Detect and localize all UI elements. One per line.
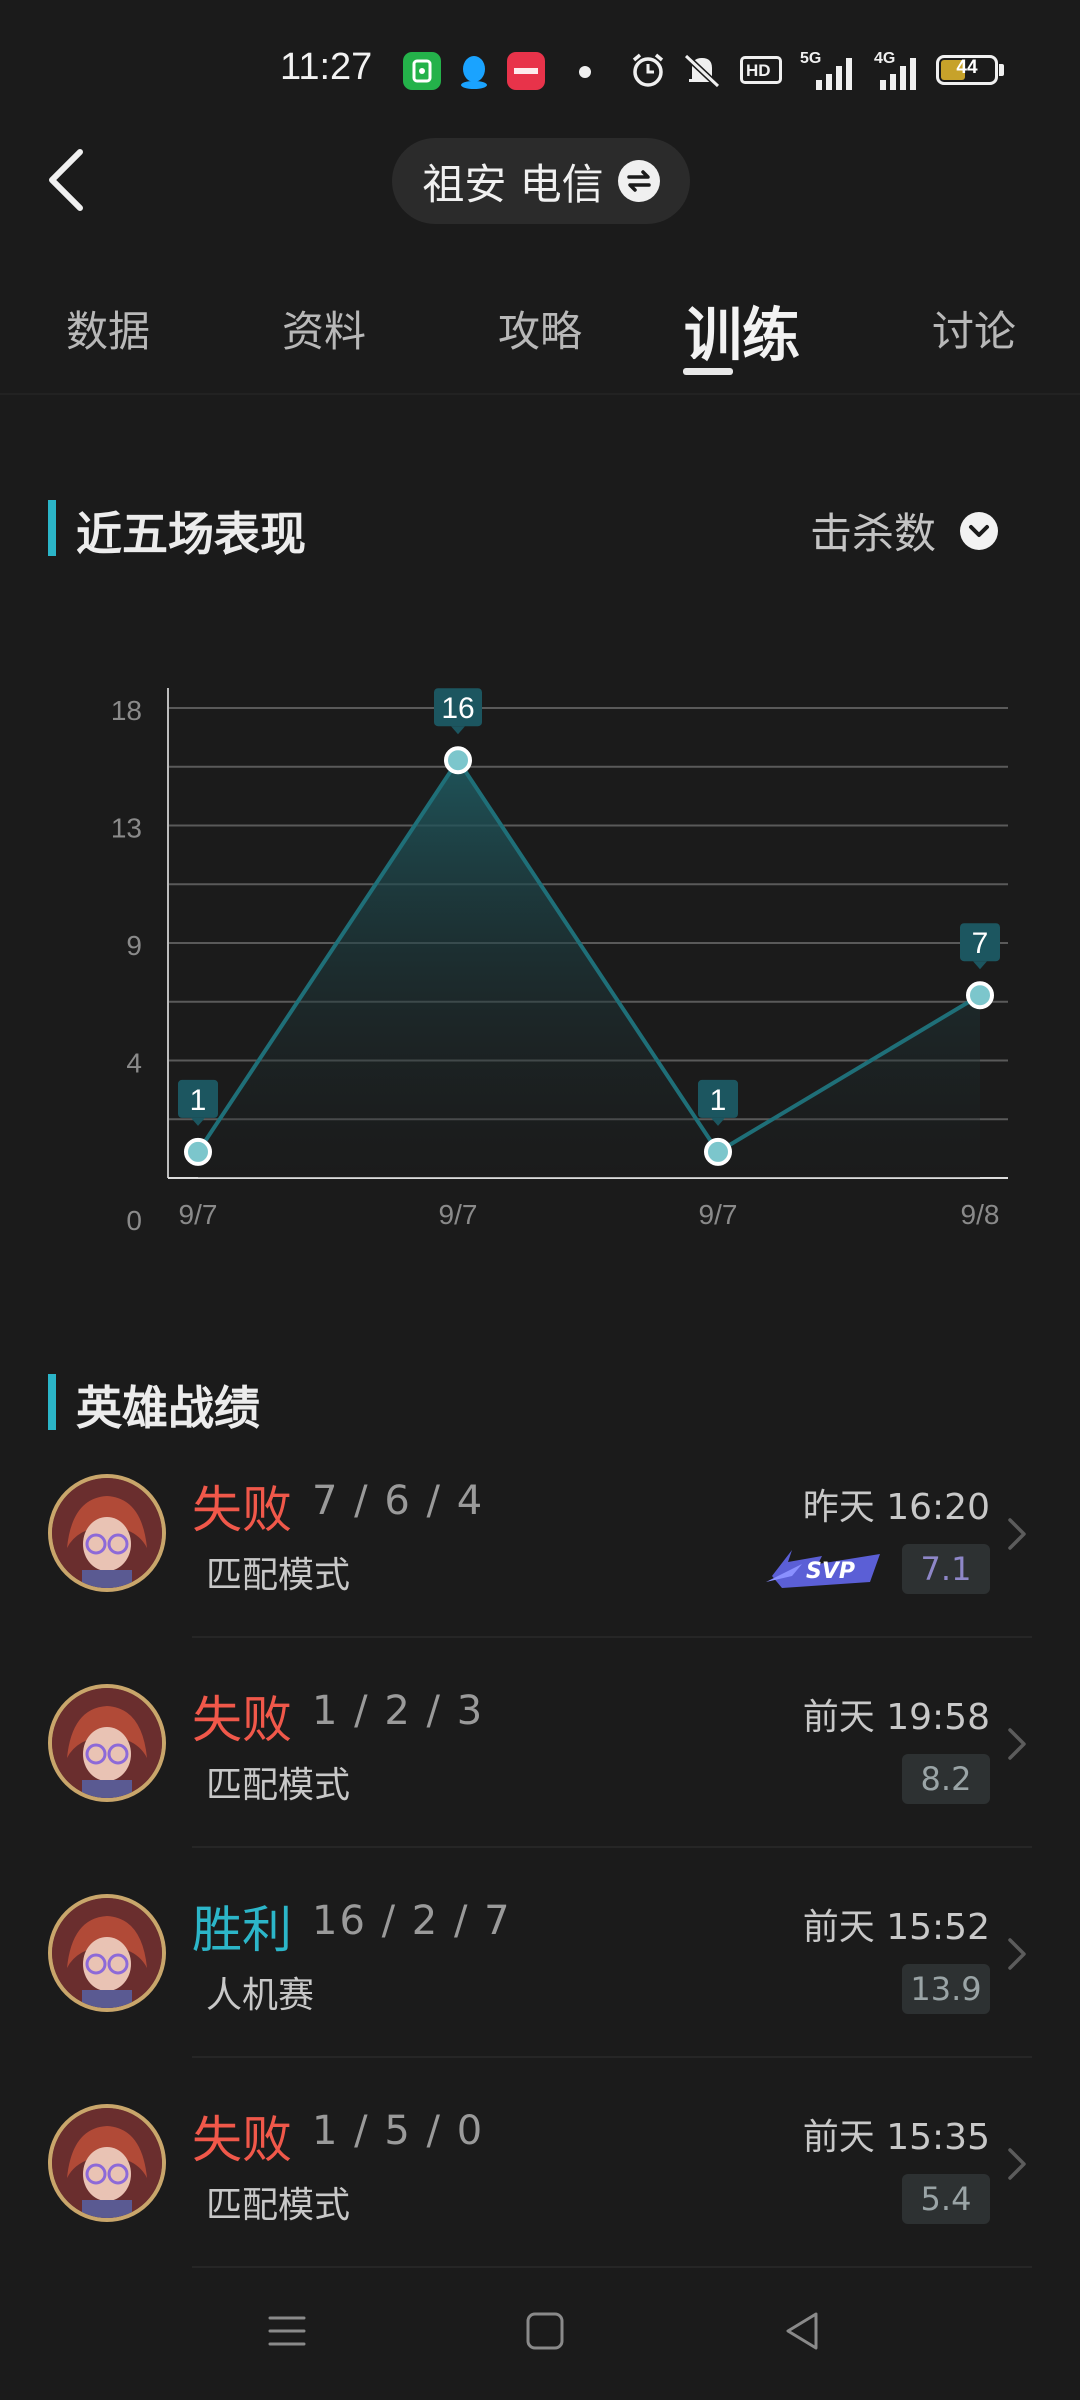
svg-text:SVP: SVP [806, 1559, 855, 1584]
match-result: 胜利 [192, 1901, 292, 1959]
account-name: 祖安 电信 [422, 159, 604, 209]
swap-icon [617, 160, 660, 202]
data-label: 7 [972, 927, 989, 960]
x-tick-label: 9/8 [961, 1199, 1000, 1230]
tab-guide[interactable]: 攻略 [498, 298, 582, 359]
y-tick-label: 0 [126, 1205, 142, 1236]
match-row[interactable]: 胜利 16 / 2 / 7 人机赛 前天 15:52 13.9 [0, 1876, 1080, 2086]
xiaohongshu-app-icon [507, 52, 545, 90]
x-tick-label: 9/7 [179, 1199, 218, 1230]
match-result: 失败 [192, 1691, 292, 1749]
chart-point [184, 1137, 212, 1166]
header-divider [0, 393, 1080, 395]
chevron-left-icon [49, 149, 83, 211]
x-tick-label: 9/7 [699, 1199, 738, 1230]
status-time: 11:27 [280, 46, 373, 88]
tab-data[interactable]: 数据 [66, 298, 150, 359]
metric-dropdown[interactable]: 击杀数 [810, 500, 999, 561]
back-triangle-icon[interactable] [778, 2306, 828, 2356]
match-kda: 16 / 2 / 7 [312, 1898, 512, 1944]
hero-avatar [48, 1684, 166, 1802]
hero-avatar [48, 1894, 166, 2012]
battery-level: 44 [956, 57, 978, 78]
performance-title: 近五场表现 [76, 507, 306, 561]
svp-badge: SVP [766, 1550, 880, 1588]
data-label-pointer [711, 1117, 725, 1126]
match-mode: 人机赛 [206, 1975, 315, 2016]
match-kda: 1 / 5 / 0 [312, 2108, 485, 2154]
mute-icon [683, 53, 721, 89]
kills-area-chart: 18 13 9 4 0 9/7 9/7 9/7 9/8 1 16 1 7 [111, 688, 1008, 1236]
x-tick-label: 9/7 [439, 1199, 478, 1230]
data-label: 16 [441, 692, 474, 725]
hero-record-title: 英雄战绩 [76, 1381, 260, 1435]
row-divider [192, 1846, 1032, 1848]
match-result: 失败 [192, 2111, 292, 2169]
data-label: 1 [710, 1084, 727, 1117]
tab-training[interactable]: 训练 [684, 288, 800, 372]
match-score: 13.9 [902, 1964, 990, 2014]
section-accent-bar [48, 500, 56, 556]
match-time: 前天 15:52 [802, 1907, 990, 1948]
4g-signal-icon: 4G [872, 50, 932, 90]
alarm-icon [632, 53, 664, 87]
match-result: 失败 [192, 1481, 292, 1539]
hd-icon: HD [740, 56, 782, 84]
menu-icon[interactable] [262, 2306, 312, 2356]
match-row[interactable]: 失败 1 / 2 / 3 匹配模式 前天 19:58 8.2 [0, 1666, 1080, 1876]
5g-signal-icon: 5G [796, 50, 856, 90]
data-label-pointer [451, 726, 465, 735]
y-tick-label: 13 [111, 813, 142, 844]
account-switcher[interactable]: 祖安 电信 [392, 138, 690, 224]
match-kda: 1 / 2 / 3 [312, 1688, 485, 1734]
row-divider [192, 1636, 1032, 1638]
chevron-right-icon [1008, 2148, 1026, 2180]
chart-area-fill [198, 760, 980, 1178]
status-bar: 11:27 HD 5G 4G 44 [0, 0, 1080, 130]
y-tick-label: 4 [126, 1048, 142, 1079]
match-score: 8.2 [902, 1754, 990, 1804]
row-divider [192, 2056, 1032, 2058]
wechat-pay-app-icon [403, 52, 441, 90]
back-button[interactable] [40, 140, 100, 220]
hero-avatar [48, 1474, 166, 1592]
qq-app-icon [455, 52, 493, 90]
hero-training-page: 11:27 HD 5G 4G 44 祖安 电信 数据 资料 攻略 训练 讨论 近… [0, 0, 1080, 2400]
chart-point [704, 1137, 732, 1166]
active-tab-indicator [683, 368, 733, 375]
match-score: 5.4 [902, 2174, 990, 2224]
data-label: 1 [190, 1084, 207, 1117]
match-time: 前天 15:35 [802, 2117, 990, 2158]
system-nav-bar [0, 2262, 1080, 2400]
tab-discussion[interactable]: 讨论 [932, 298, 1016, 359]
y-tick-label: 18 [111, 695, 142, 726]
metric-label: 击杀数 [810, 509, 937, 558]
data-label-pointer [973, 961, 987, 970]
chart-point [444, 746, 472, 775]
match-mode: 匹配模式 [206, 1555, 351, 1596]
data-label-pointer [191, 1117, 205, 1126]
chevron-right-icon [1008, 1938, 1026, 1970]
hero-avatar [48, 2104, 166, 2222]
match-mode: 匹配模式 [206, 2185, 351, 2226]
section-accent-bar [48, 1374, 56, 1430]
tab-profile[interactable]: 资料 [282, 298, 366, 359]
tab-bar: 数据 资料 攻略 训练 讨论 [0, 280, 1080, 390]
chevron-right-icon [1008, 1518, 1026, 1550]
notification-dot [579, 66, 591, 78]
match-time: 昨天 16:20 [802, 1487, 990, 1528]
match-row[interactable]: 失败 7 / 6 / 4 匹配模式 昨天 16:20 SVP 7.1 [0, 1456, 1080, 1666]
match-time: 前天 19:58 [802, 1697, 990, 1738]
match-mode: 匹配模式 [206, 1765, 351, 1806]
home-square-icon[interactable] [520, 2306, 570, 2356]
y-tick-label: 9 [126, 930, 142, 961]
chevron-down-icon [960, 511, 999, 550]
chart-point [966, 981, 994, 1010]
match-score: 7.1 [902, 1544, 990, 1594]
chevron-right-icon [1008, 1728, 1026, 1760]
match-kda: 7 / 6 / 4 [312, 1478, 485, 1524]
performance-chart: 18 13 9 4 0 9/7 9/7 9/7 9/8 1 16 1 7 [0, 660, 1080, 1260]
battery-icon: 44 [936, 55, 998, 85]
